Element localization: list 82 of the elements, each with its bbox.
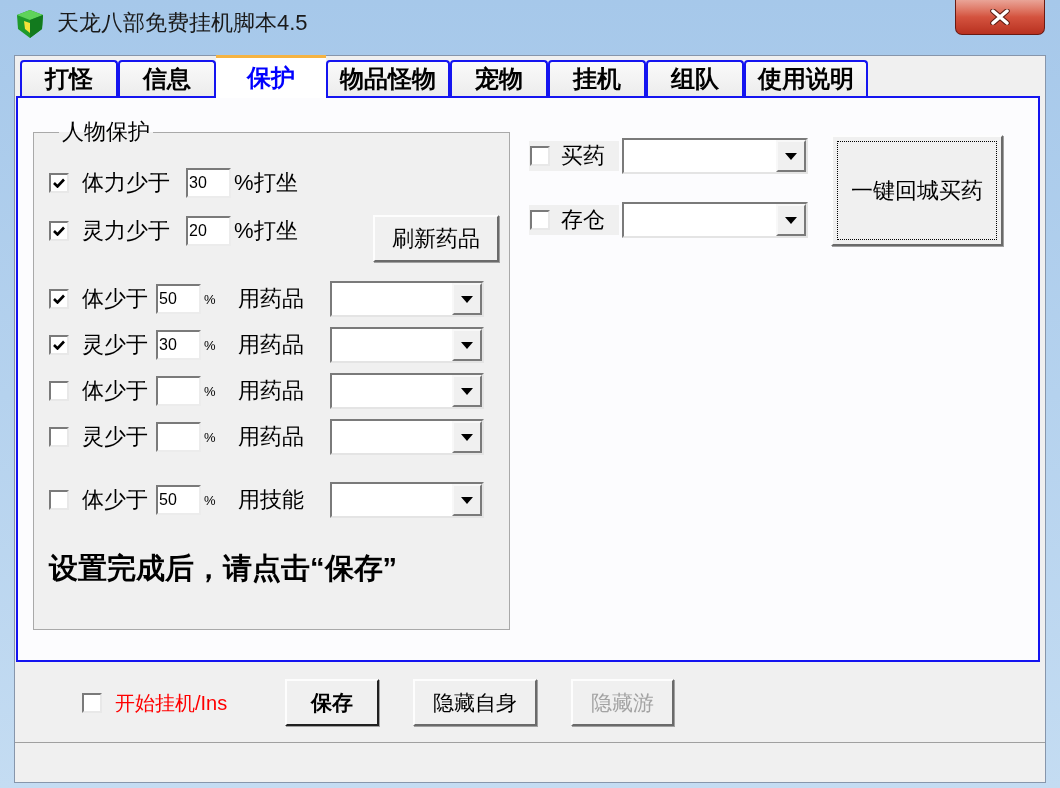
row-label: 灵少于 bbox=[82, 426, 148, 448]
tab[interactable]: 使用说明 bbox=[744, 60, 868, 96]
tab[interactable]: 挂机 bbox=[548, 60, 646, 96]
refresh-button[interactable]: 刷新药品 bbox=[373, 215, 499, 262]
return-button[interactable]: 一键回城买药 bbox=[831, 135, 1003, 246]
checkmark-icon bbox=[53, 340, 65, 350]
unit-text: % bbox=[204, 384, 216, 398]
dropdown-button[interactable] bbox=[451, 329, 482, 361]
dropdown[interactable] bbox=[622, 202, 808, 238]
dropdown[interactable] bbox=[329, 482, 484, 518]
checkbox[interactable] bbox=[49, 173, 69, 193]
dropdown[interactable] bbox=[622, 138, 808, 174]
tab[interactable]: 保护 bbox=[216, 55, 326, 98]
input-field[interactable]: 50 bbox=[156, 485, 201, 515]
checkbox[interactable] bbox=[530, 146, 550, 166]
checkbox[interactable] bbox=[49, 221, 69, 241]
dropdown-button[interactable] bbox=[451, 283, 482, 315]
action-label: 用药品 bbox=[237, 380, 304, 402]
dropdown-button[interactable] bbox=[451, 375, 482, 407]
checkbox[interactable] bbox=[82, 692, 102, 713]
dropdown[interactable] bbox=[329, 281, 484, 317]
row-label: 灵少于 bbox=[82, 334, 148, 356]
start-label: 开始挂机/Ins bbox=[115, 692, 228, 713]
unit-text: % bbox=[204, 493, 216, 507]
checkmark-icon bbox=[53, 226, 65, 236]
caret-icon bbox=[460, 387, 473, 395]
row-label: 体力少于 bbox=[82, 172, 170, 194]
caret-icon bbox=[785, 152, 797, 160]
dropdown[interactable] bbox=[329, 419, 484, 455]
input-field[interactable]: 30 bbox=[156, 330, 201, 360]
action-label: 用技能 bbox=[237, 489, 304, 511]
close-icon bbox=[990, 9, 1010, 25]
unit-text: % bbox=[204, 292, 216, 306]
suffix-text: %打坐 bbox=[234, 220, 298, 242]
caret-icon bbox=[460, 496, 473, 504]
tab[interactable]: 打怪 bbox=[20, 60, 118, 96]
row-label: 体少于 bbox=[82, 380, 148, 402]
input-field[interactable]: 20 bbox=[186, 216, 231, 246]
input-field[interactable] bbox=[156, 422, 201, 452]
input-field[interactable]: 50 bbox=[156, 284, 201, 314]
checkbox[interactable] bbox=[530, 210, 550, 230]
group-title: 人物保护 bbox=[61, 119, 151, 145]
checkbox[interactable] bbox=[49, 335, 69, 355]
input-field[interactable] bbox=[156, 376, 201, 406]
caret-icon bbox=[460, 295, 473, 303]
note-text: 设置完成后，请点击“保存” bbox=[49, 551, 397, 586]
dropdown-button[interactable] bbox=[776, 204, 806, 236]
action-label: 用药品 bbox=[237, 426, 304, 448]
checkmark-icon bbox=[53, 178, 65, 188]
unit-text: % bbox=[204, 430, 216, 444]
tab[interactable]: 信息 bbox=[118, 60, 216, 96]
row-label: 灵力少于 bbox=[82, 220, 170, 242]
footer-button[interactable]: 保存 bbox=[285, 679, 380, 726]
input-field[interactable]: 30 bbox=[186, 168, 231, 198]
tab[interactable]: 组队 bbox=[646, 60, 744, 96]
tab[interactable]: 物品怪物 bbox=[326, 60, 450, 96]
option-label: 存仓 bbox=[561, 209, 605, 231]
suffix-text: %打坐 bbox=[234, 172, 298, 194]
checkbox[interactable] bbox=[49, 490, 69, 510]
caret-icon bbox=[785, 216, 797, 224]
option-label: 买药 bbox=[561, 145, 605, 167]
checkmark-icon bbox=[53, 294, 65, 304]
caret-icon bbox=[460, 341, 473, 349]
shield-icon bbox=[15, 9, 45, 39]
caret-icon bbox=[460, 433, 473, 441]
close-button[interactable] bbox=[955, 0, 1045, 35]
checkbox[interactable] bbox=[49, 381, 69, 401]
checkbox[interactable] bbox=[49, 289, 69, 309]
checkbox[interactable] bbox=[49, 427, 69, 447]
row-label: 体少于 bbox=[82, 288, 148, 310]
dropdown-button[interactable] bbox=[776, 140, 806, 172]
row-label: 体少于 bbox=[82, 489, 148, 511]
footer-button[interactable]: 隐藏自身 bbox=[413, 679, 538, 726]
action-label: 用药品 bbox=[237, 334, 304, 356]
dropdown-button[interactable] bbox=[451, 421, 482, 453]
tab[interactable]: 宠物 bbox=[450, 60, 548, 96]
dropdown[interactable] bbox=[329, 373, 484, 409]
unit-text: % bbox=[204, 338, 216, 352]
action-label: 用药品 bbox=[237, 288, 304, 310]
dropdown[interactable] bbox=[329, 327, 484, 363]
dropdown-button[interactable] bbox=[451, 484, 482, 516]
window-title: 天龙八部免费挂机脚本4.5 bbox=[57, 10, 308, 36]
